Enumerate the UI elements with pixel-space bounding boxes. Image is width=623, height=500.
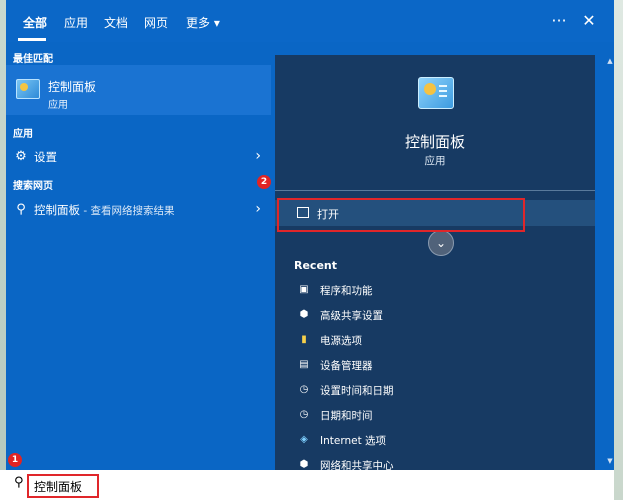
recent-item-label: 设置时间和日期: [320, 385, 394, 397]
scrollbar[interactable]: ▲ ▼: [606, 55, 614, 470]
recent-item[interactable]: ⬢ 高级共享设置: [294, 306, 584, 326]
list-item-web-search[interactable]: ⚲ 控制面板 - 查看网络搜索结果 ›: [6, 197, 271, 223]
recent-item-label: 电源选项: [320, 335, 362, 347]
recent-item[interactable]: ⬢ 网络和共享中心: [294, 456, 584, 470]
tab-documents[interactable]: 文档: [104, 14, 128, 31]
recent-item-label: 日期和时间: [320, 410, 373, 422]
annotation-badge-1: 1: [8, 453, 22, 467]
recent-item-label: 高级共享设置: [320, 310, 383, 322]
power-icon: ▮: [301, 334, 307, 345]
tab-web[interactable]: 网页: [144, 14, 168, 31]
tab-more[interactable]: 更多 ▾: [186, 14, 220, 31]
device-manager-icon: ▤: [299, 359, 309, 370]
divider: [275, 190, 595, 191]
control-panel-icon: [16, 79, 40, 99]
web-search-query: 控制面板: [34, 203, 80, 217]
apps-heading: 应用: [13, 129, 33, 140]
web-search-heading: 搜索网页: [13, 181, 53, 192]
details-title: 控制面板: [404, 133, 465, 151]
scroll-up-icon[interactable]: ▲: [606, 57, 614, 65]
results-pane: 最佳匹配 控制面板 应用 应用 ⚙ 设置 › 搜索网页 2 ⚲ 控制面板 - 查…: [6, 42, 271, 470]
list-item-settings[interactable]: ⚙ 设置 ›: [6, 144, 271, 170]
clock-icon: ◷: [299, 384, 309, 395]
tab-all[interactable]: 全部: [23, 14, 47, 31]
recent-item[interactable]: ◷ 设置时间和日期: [294, 381, 584, 401]
chevron-down-icon: ▾: [213, 16, 220, 30]
active-tab-underline: [18, 38, 46, 41]
recent-heading: Recent: [294, 259, 338, 272]
tab-apps[interactable]: 应用: [64, 14, 88, 31]
chevron-right-icon[interactable]: ›: [255, 201, 261, 217]
clock-icon: ◷: [299, 409, 309, 420]
search-icon: ⚲: [14, 475, 24, 490]
web-search-suffix: - 查看网络搜索结果: [80, 205, 175, 217]
annotation-badge-2: 2: [257, 175, 271, 189]
best-match-item[interactable]: 控制面板 应用: [6, 65, 271, 115]
recent-item[interactable]: ▤ 设备管理器: [294, 356, 584, 376]
chevron-right-icon[interactable]: ›: [255, 148, 261, 164]
recent-item[interactable]: ▮ 电源选项: [294, 331, 584, 351]
gear-icon: ⚙: [15, 149, 27, 164]
scroll-down-icon[interactable]: ▼: [606, 457, 614, 465]
close-icon[interactable]: ✕: [580, 12, 598, 30]
best-match-heading: 最佳匹配: [13, 54, 53, 65]
search-icon: ⚲: [16, 202, 26, 217]
internet-icon: ◈: [300, 434, 308, 445]
best-match-name: 控制面板: [48, 80, 97, 94]
recent-item-label: 程序和功能: [320, 285, 373, 297]
recent-item-label: Internet 选项: [320, 435, 387, 447]
search-tabs-bar: 全部 应用 文档 网页 更多 ▾ ··· ✕: [6, 0, 614, 42]
desktop-background: [614, 0, 623, 500]
recent-item[interactable]: ◷ 日期和时间: [294, 406, 584, 426]
recent-item[interactable]: ▣ 程序和功能: [294, 281, 584, 301]
details-pane: 控制面板 应用 打开 ⌄ Recent ▣ 程序和功能 ⬢ 高级共享设置 ▮ 电…: [275, 55, 595, 470]
details-subtitle: 应用: [424, 155, 446, 167]
recent-item-label: 设备管理器: [320, 360, 373, 372]
open-highlight-box: [277, 198, 525, 232]
web-search-label: 控制面板 - 查看网络搜索结果: [34, 202, 174, 218]
expand-chevron-icon[interactable]: ⌄: [428, 230, 454, 256]
settings-label: 设置: [34, 150, 57, 164]
recent-item-label: 网络和共享中心: [320, 460, 394, 470]
network-icon: ⬢: [299, 309, 309, 320]
more-options-icon[interactable]: ···: [550, 12, 568, 30]
search-highlight-box: [27, 474, 99, 498]
tab-more-label: 更多: [186, 16, 211, 30]
network-icon: ⬢: [299, 459, 309, 470]
recent-item[interactable]: ◈ Internet 选项: [294, 431, 584, 451]
best-match-type: 应用: [48, 100, 68, 111]
programs-icon: ▣: [299, 284, 309, 295]
control-panel-icon: [418, 77, 454, 109]
